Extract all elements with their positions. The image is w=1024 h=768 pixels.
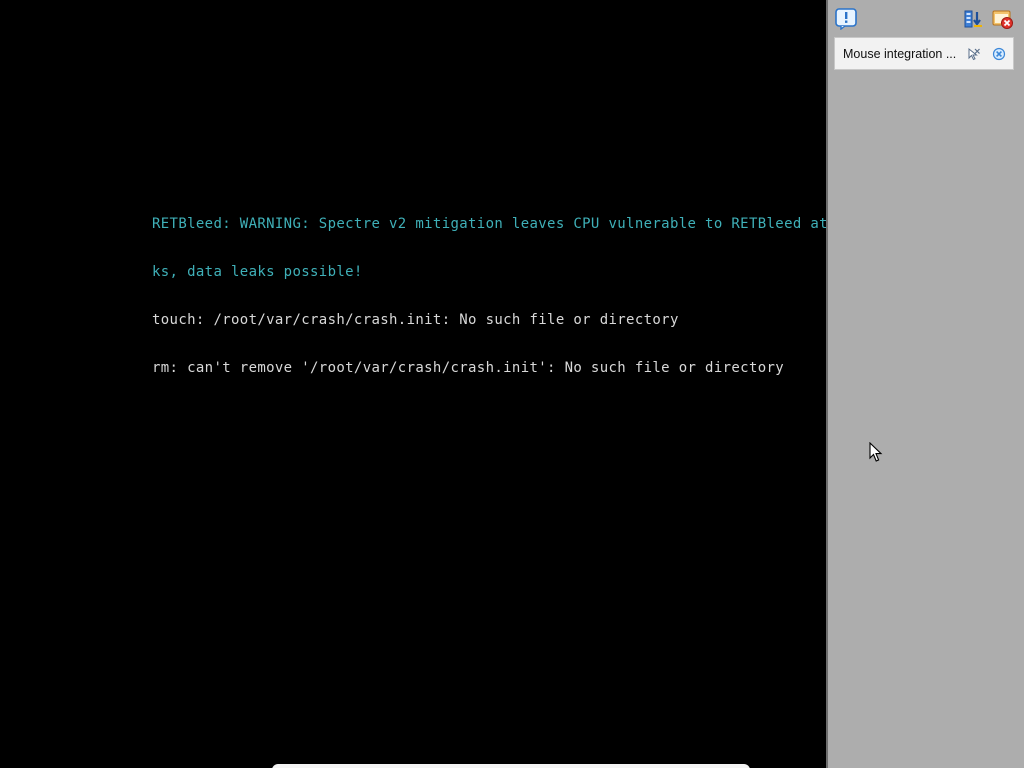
dismiss-icon[interactable] xyxy=(992,47,1006,61)
notification-side-panel: Mouse integration ... xyxy=(826,0,1024,768)
mouse-integration-icon[interactable] xyxy=(967,47,981,61)
info-icon[interactable] xyxy=(835,8,857,31)
console-line: touch: /root/var/crash/crash.init: No su… xyxy=(152,312,679,328)
vm-screen: RETBleed: WARNING: Spectre v2 mitigation… xyxy=(0,0,1024,768)
notification-text: Mouse integration ... xyxy=(843,47,957,61)
console-line: RETBleed: WARNING: Spectre v2 mitigation… xyxy=(152,216,837,232)
mouse-pointer-icon xyxy=(869,441,883,463)
settings-icon[interactable] xyxy=(963,8,985,30)
guest-console[interactable]: RETBleed: WARNING: Spectre v2 mitigation… xyxy=(0,0,836,768)
console-line: ks, data leaks possible! xyxy=(152,264,363,280)
panel-toolbar xyxy=(828,0,1024,36)
mini-toolbar-edge[interactable] xyxy=(272,764,750,768)
console-line: rm: can't remove '/root/var/crash/crash.… xyxy=(152,360,785,376)
mouse-integration-notification[interactable]: Mouse integration ... xyxy=(834,37,1014,70)
console-output: RETBleed: WARNING: Spectre v2 mitigation… xyxy=(152,184,837,408)
close-icon[interactable] xyxy=(992,8,1014,30)
